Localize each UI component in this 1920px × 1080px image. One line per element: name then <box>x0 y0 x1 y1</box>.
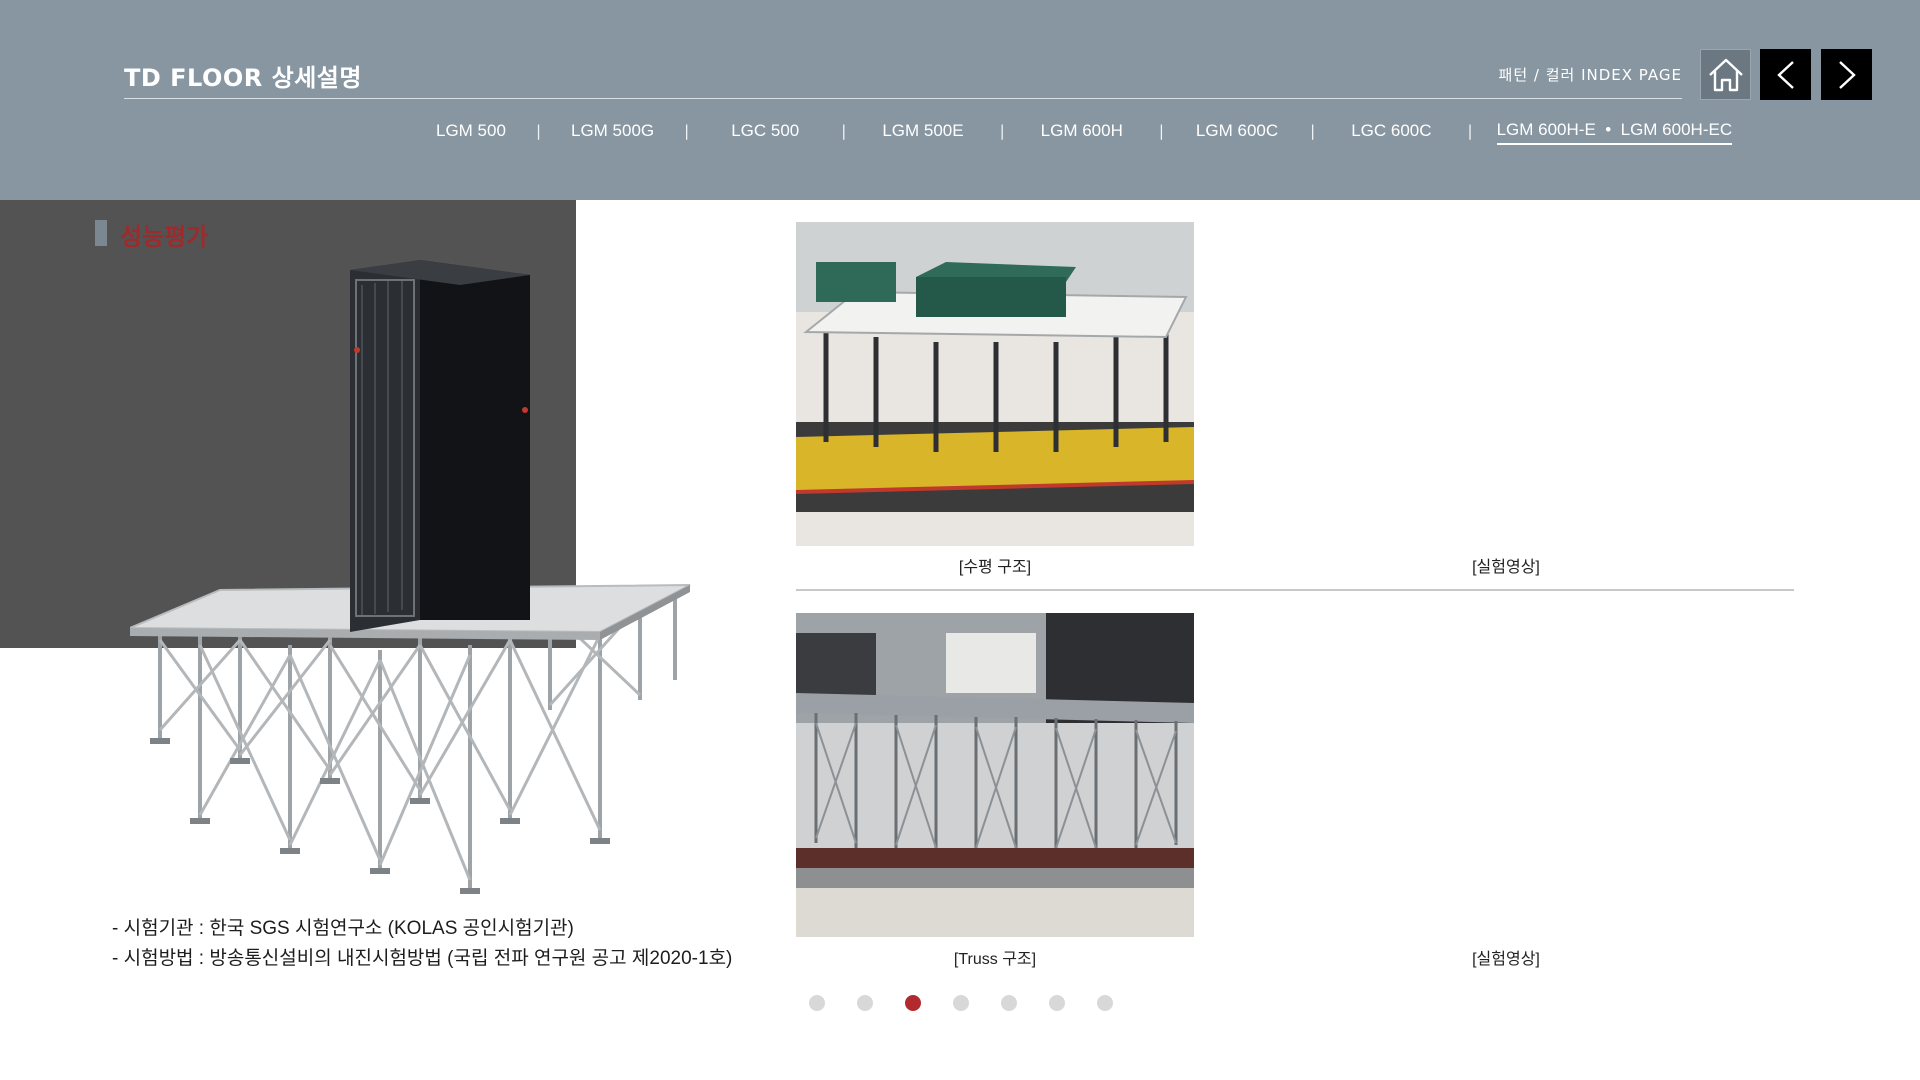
tab-lgc-600c[interactable]: LGC 600C <box>1315 118 1467 144</box>
test-info: - 시험기관 : 한국 SGS 시험연구소 (KOLAS 공인시험기관) - 시… <box>112 914 732 974</box>
pagination-dot-2[interactable] <box>857 995 873 1011</box>
section-marker <box>95 220 107 246</box>
chevron-left-icon <box>1776 60 1794 89</box>
product-tabs: LGM 500 | LGM 500G | LGC 500 | LGM 500E … <box>420 116 1733 146</box>
caption-experiment-video-top: [실험영상] <box>1472 559 1540 576</box>
home-icon <box>1708 58 1743 91</box>
tab-lgm-500e[interactable]: LGM 500E <box>846 118 999 144</box>
index-page-link[interactable]: 패턴 / 컬러 INDEX PAGE <box>1499 64 1682 85</box>
page-title: TD FLOOR 상세설명 <box>124 64 362 92</box>
caption-horizontal-structure: [수평 구조] <box>958 559 1032 576</box>
pagination-dot-7[interactable] <box>1097 995 1113 1011</box>
home-button[interactable] <box>1700 49 1751 100</box>
tab-separator: | <box>1467 122 1473 140</box>
next-button[interactable] <box>1821 49 1872 100</box>
pagination-dot-3[interactable] <box>905 995 921 1011</box>
tab-lgc-500[interactable]: LGC 500 <box>689 118 841 144</box>
grid-divider <box>796 589 1794 591</box>
test-method: - 시험방법 : 방송통신설비의 내진시험방법 (국립 전파 연구원 공고 제2… <box>112 948 733 969</box>
pagination-dot-4[interactable] <box>953 995 969 1011</box>
pagination-dot-5[interactable] <box>1001 995 1017 1011</box>
prev-button[interactable] <box>1760 49 1811 100</box>
tab-lgm-500g[interactable]: LGM 500G <box>541 118 684 144</box>
header-bar: TD FLOOR 상세설명 패턴 / 컬러 INDEX PAGE LGM 500… <box>0 0 1920 200</box>
product-illustration <box>129 240 710 900</box>
pagination-dots <box>809 995 1113 1011</box>
caption-experiment-video-bottom: [실험영상] <box>1472 951 1540 968</box>
chevron-right-icon <box>1838 60 1856 89</box>
tab-lgm-600h[interactable]: LGM 600H <box>1005 118 1159 144</box>
caption-truss-structure: [Truss 구조] <box>953 951 1037 968</box>
truss-structure-photo <box>796 613 1194 937</box>
pagination-dot-1[interactable] <box>809 995 825 1011</box>
tab-lgm-600c[interactable]: LGM 600C <box>1164 118 1310 144</box>
tab-lgm-500[interactable]: LGM 500 <box>420 118 536 144</box>
tab-lgm-600h-e[interactable]: LGM 600H-E • LGM 600H-EC <box>1496 117 1733 145</box>
header-divider <box>124 98 1682 99</box>
test-institution: - 시험기관 : 한국 SGS 시험연구소 (KOLAS 공인시험기관) <box>112 918 574 939</box>
horizontal-structure-photo <box>796 222 1194 546</box>
pagination-dot-6[interactable] <box>1049 995 1065 1011</box>
